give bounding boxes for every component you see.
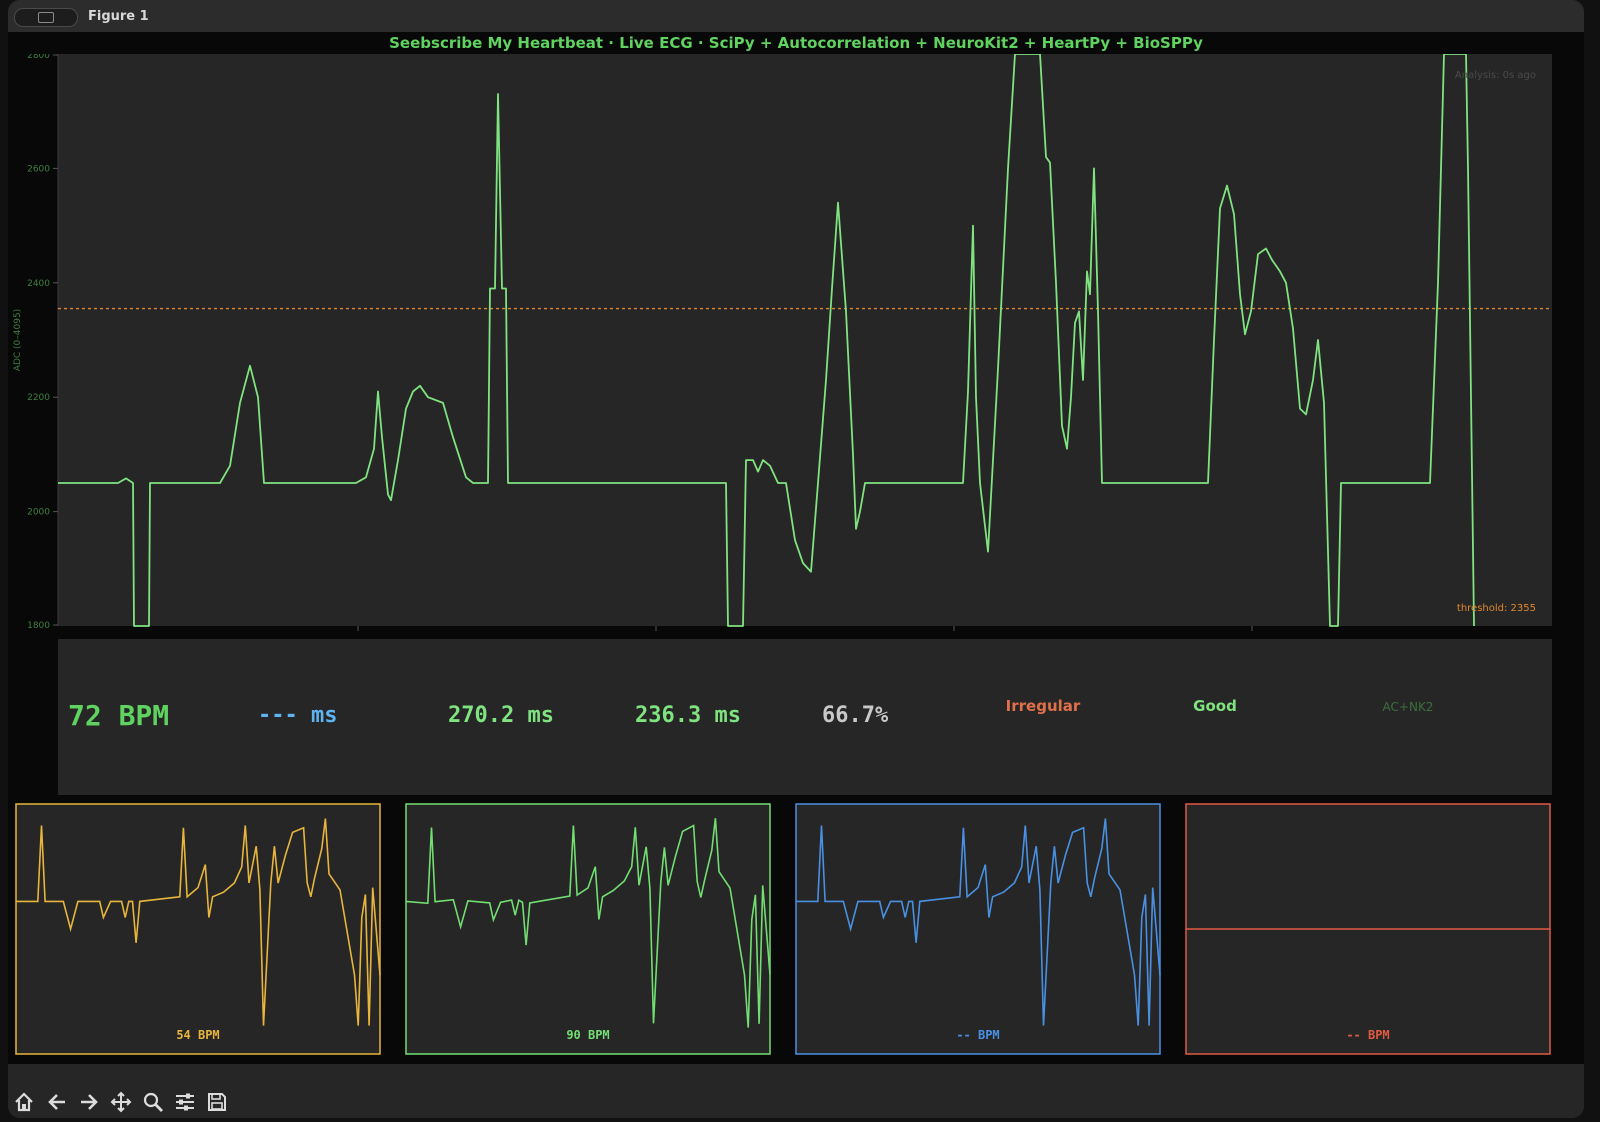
mini-plot-bpm-label: 90 BPM (566, 1028, 609, 1042)
rr-interval-readout: --- ms (258, 703, 337, 728)
y-tick-label: 2600 (27, 164, 50, 174)
save-button[interactable] (203, 1088, 231, 1116)
configure-subplots-button[interactable] (171, 1088, 199, 1116)
main-ecg-plot[interactable]: 1800 2000 2200 2400 2600 2800 ADC (0–4095) An… (8, 54, 1584, 654)
mini-plots-row: 54 BPM 90 BPM -- BPM -- BPM (15, 803, 1551, 1055)
y-tick-label: 2000 (27, 508, 50, 518)
figure-canvas[interactable]: Seebscribe My Heartbeat · Live ECG · Sci… (8, 32, 1584, 1086)
rhythm-status: Irregular (1006, 697, 1081, 715)
y-tick-label: 1800 (27, 621, 50, 631)
pan-button[interactable] (107, 1088, 135, 1116)
figure-title: Seebscribe My Heartbeat · Live ECG · Sci… (389, 34, 1203, 52)
analysis-status: Analysis: 0s ago (1455, 70, 1536, 81)
y-tick-label: 2400 (27, 279, 50, 289)
bpm-readout: 72 BPM (68, 699, 169, 732)
back-arrow-icon (48, 1094, 65, 1110)
window-title: Figure 1 (88, 9, 149, 24)
mini-plot-2: 90 BPM (405, 803, 771, 1055)
y-tick-label: 2200 (27, 393, 50, 403)
y-axis-label: ADC (0–4095) (13, 309, 23, 371)
home-icon (15, 1092, 33, 1112)
mini-plot-bpm-label: -- BPM (1346, 1028, 1389, 1042)
navigation-toolbar (8, 1064, 1584, 1118)
y-tick-label: 2800 (27, 54, 50, 61)
save-icon (208, 1093, 226, 1111)
forward-button[interactable] (75, 1088, 103, 1116)
analysis-method: AC+NK2 (1383, 700, 1434, 714)
metrics-panel: 72 BPM --- ms 270.2 ms 236.3 ms 66.7% Ir… (58, 639, 1552, 795)
signal-quality: Good (1193, 697, 1237, 715)
mini-plot-bpm-label: 54 BPM (176, 1028, 219, 1042)
zoom-icon (143, 1092, 163, 1112)
mini-plot-4: -- BPM (1185, 803, 1551, 1055)
mini-plot-3: -- BPM (795, 803, 1161, 1055)
back-button[interactable] (43, 1088, 71, 1116)
mini-plot-1: 54 BPM (15, 803, 381, 1055)
pnn-readout: 66.7% (822, 703, 889, 728)
threshold-label: threshold: 2355 (1457, 603, 1536, 614)
home-button[interactable] (10, 1088, 38, 1116)
title-bar: Figure 1 (8, 0, 1584, 33)
pan-icon (110, 1091, 132, 1113)
rmssd-readout: 236.3 ms (635, 703, 741, 728)
window-menu-button[interactable] (14, 8, 78, 27)
configure-subplots-icon (176, 1093, 194, 1111)
zoom-button[interactable] (139, 1088, 167, 1116)
window-icon (38, 12, 54, 23)
mini-plot-bpm-label: -- BPM (956, 1028, 999, 1042)
figure-window: Figure 1 Seebscribe My Heartbeat · Live … (8, 0, 1584, 1118)
sdnn-readout: 270.2 ms (448, 703, 554, 728)
forward-arrow-icon (81, 1094, 98, 1110)
x-axis-ticks (357, 626, 1253, 631)
